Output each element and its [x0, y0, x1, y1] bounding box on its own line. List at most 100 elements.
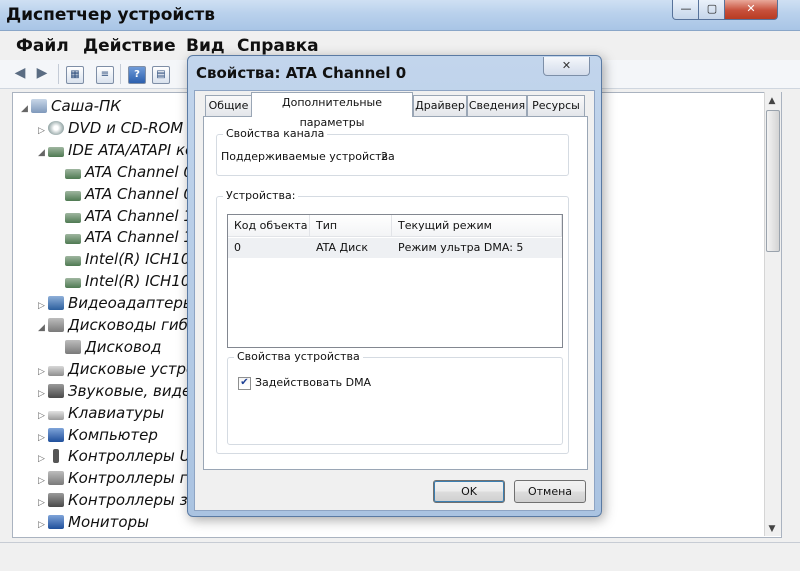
minimize-button[interactable]: — [672, 0, 700, 20]
tree-item[interactable]: ▷ Компьютер [38, 424, 158, 446]
column-device-type[interactable]: Тип устройс... [310, 215, 392, 254]
devices-title: Устройства: [223, 189, 299, 202]
toolbar-separator [120, 64, 121, 84]
devices-list[interactable]: Код объекта Тип устройс... Текущий режим… [227, 214, 563, 348]
ok-button[interactable]: OK [433, 480, 505, 503]
tree-item[interactable]: ATA Channel 0 [55, 183, 193, 205]
tree-item-label: Дисковод [85, 337, 162, 356]
column-object-code[interactable]: Код объекта [228, 215, 310, 237]
status-bar [0, 542, 800, 571]
tree-item-label: Intel(R) ICH10 [85, 272, 191, 291]
tree-item[interactable]: Intel(R) ICH10 [55, 270, 190, 292]
tab-advanced[interactable]: Дополнительные параметры [251, 92, 413, 129]
floppy-disk-icon [65, 339, 81, 354]
properties-dialog: Свойства: ATA Channel 0 ✕ Общие Дополнит… [187, 55, 602, 517]
device-properties-group: Свойства устройства ✔ Задействовать DMA [227, 350, 563, 445]
cell-device-type: ATA Диск [316, 241, 368, 254]
window-title: Диспетчер устройств [6, 5, 216, 25]
menu-view[interactable]: Вид [186, 36, 225, 56]
keyboard-icon [48, 410, 64, 420]
tree-item[interactable]: ◢ IDE ATA/ATAPI ко [38, 139, 194, 161]
tree-item-label: ATA Channel 1 [85, 228, 193, 247]
scrollbar-thumb[interactable] [766, 110, 780, 252]
dvd-icon [48, 120, 64, 135]
tab-general[interactable]: Общие [205, 95, 252, 116]
tree-item[interactable]: ▷ Контроллеры гиб [38, 467, 207, 489]
tree-item[interactable]: ATA Channel 0 [55, 161, 193, 183]
storage-controller-icon [48, 493, 64, 508]
computer-icon [31, 99, 47, 113]
tab-driver[interactable]: Драйвер [413, 95, 467, 116]
tab-details[interactable]: Сведения [467, 95, 527, 116]
tree-item-label: Контроллеры гиб [68, 469, 207, 488]
dialog-title: Свойства: ATA Channel 0 [196, 64, 407, 82]
tree-item[interactable]: ▷ Видеоадаптеры [38, 292, 195, 314]
disk-drive-icon [48, 365, 64, 376]
tree-item[interactable]: ATA Channel 1 [55, 205, 193, 227]
tree-item-label: Контроллеры за [68, 491, 197, 510]
supported-devices-value: 2 [381, 150, 388, 163]
column-current-mode[interactable]: Текущий режим [392, 215, 562, 237]
enable-dma-checkbox[interactable]: ✔ [238, 377, 251, 390]
tree-item-label: ATA Channel 0 [85, 184, 193, 203]
expand-toggle-icon[interactable]: ◢ [38, 317, 48, 339]
scroll-up-arrow[interactable]: ▲ [766, 94, 778, 108]
ide-channel-icon [65, 212, 81, 223]
ide-controller-icon [48, 146, 64, 157]
tree-item-label: Клавиатуры [68, 403, 165, 422]
menu-file[interactable]: Файл [16, 36, 69, 56]
tree-item-label: Intel(R) ICH10 [85, 250, 191, 269]
properties-icon[interactable]: ▦ [66, 66, 84, 84]
update-driver-icon[interactable]: ≡ [96, 66, 114, 84]
scroll-down-arrow[interactable]: ▼ [766, 522, 778, 536]
usb-icon [53, 449, 59, 464]
tree-item[interactable]: Дисковод [55, 336, 161, 358]
tree-item-label: IDE ATA/ATAPI ко [68, 140, 195, 159]
tab-resources[interactable]: Ресурсы [527, 95, 585, 116]
cell-object-code: 0 [234, 241, 241, 254]
cancel-button[interactable]: Отмена [514, 480, 586, 503]
tree-item-label: ATA Channel 1 [85, 206, 193, 225]
scan-icon[interactable]: ▤ [152, 66, 170, 84]
dialog-close-button[interactable]: ✕ [543, 57, 590, 76]
maximize-button[interactable]: ▢ [698, 0, 726, 20]
enable-dma-label[interactable]: Задействовать DMA [255, 376, 371, 389]
cell-current-mode: Режим ультра DMA: 5 [398, 241, 524, 254]
tree-item[interactable]: ▷ Контроллеры за [38, 489, 197, 511]
expand-toggle-icon[interactable]: ◢ [38, 142, 48, 164]
tree-item[interactable]: ▷ DVD и CD-ROM д [38, 117, 198, 139]
ide-channel-icon [65, 190, 81, 201]
computer-monitor-icon [48, 427, 64, 442]
back-icon[interactable]: ◀ [12, 66, 28, 82]
forward-icon[interactable]: ▶ [34, 66, 50, 82]
tree-item[interactable]: Intel(R) ICH10 [55, 248, 190, 270]
tree-item[interactable]: ▷ Клавиатуры [38, 402, 164, 424]
devices-group: Устройства: Код объекта Тип устройс... Т… [216, 189, 569, 454]
display-adapter-icon [48, 296, 64, 311]
help-icon[interactable]: ? [128, 66, 146, 84]
expand-toggle-icon[interactable]: ▷ [38, 514, 48, 536]
title-bar: Диспетчер устройств — ▢ ✕ [0, 0, 800, 31]
expand-toggle-icon[interactable]: ◢ [21, 98, 31, 120]
menu-action[interactable]: Действие [83, 36, 176, 56]
tree-item[interactable]: ▷ Контроллеры USB [38, 445, 210, 467]
tree-item[interactable]: ATA Channel 1 [55, 226, 193, 248]
menu-help[interactable]: Справка [237, 36, 319, 56]
floppy-controller-icon [48, 471, 64, 486]
tree-item-label: Компьютер [68, 425, 158, 444]
ide-channel-icon [65, 256, 81, 267]
tree-item[interactable]: ▷ Мониторы [38, 511, 149, 533]
toolbar-separator [58, 64, 59, 84]
tree-item-label: Видеоадаптеры [68, 294, 195, 313]
monitor-icon [48, 515, 64, 530]
tree-item[interactable]: ◢ Саша-ПК [21, 95, 121, 117]
tree-item-label: DVD и CD-ROM д [68, 118, 199, 137]
sound-icon [48, 383, 64, 398]
tree-item-label: Саша-ПК [51, 97, 121, 115]
tree-item-label: ATA Channel 0 [85, 162, 193, 181]
device-properties-title: Свойства устройства [234, 350, 363, 363]
table-row[interactable]: 0 ATA Диск Режим ультра DMA: 5 [228, 238, 562, 258]
ide-channel-icon [65, 168, 81, 179]
close-button[interactable]: ✕ [724, 0, 778, 20]
ide-channel-icon [65, 234, 81, 245]
